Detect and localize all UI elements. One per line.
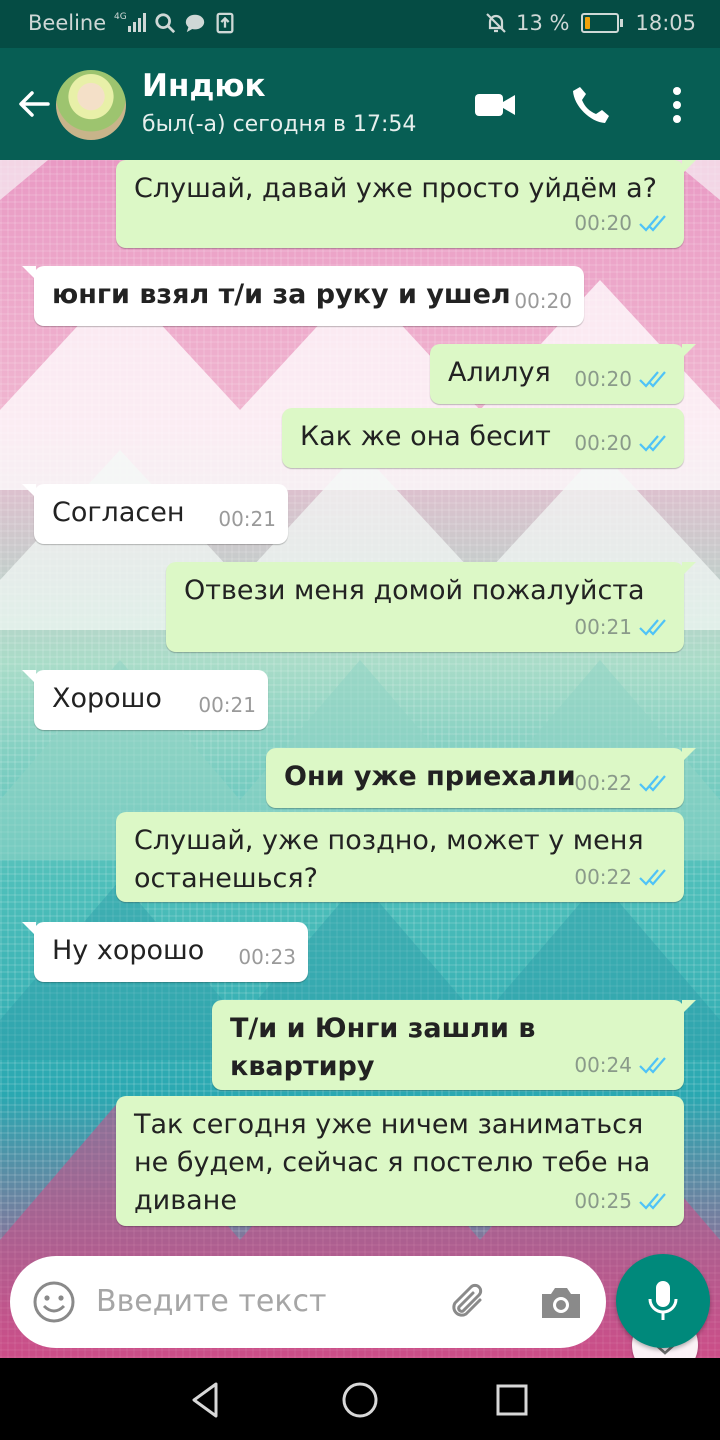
- last-seen-status: был(-а) сегодня в 17:54: [142, 112, 417, 137]
- double-check-read-icon: [639, 215, 666, 232]
- double-check-read-icon: [639, 1193, 666, 1210]
- system-nav-bar: [0, 1358, 720, 1440]
- message-input[interactable]: Введите текст: [96, 1284, 326, 1319]
- mic-icon: [648, 1281, 678, 1320]
- carrier-name: Beeline: [28, 11, 107, 35]
- mic-button[interactable]: [616, 1254, 710, 1348]
- double-check-read-icon: [639, 775, 666, 792]
- message-out[interactable]: Отвези меня домой пожалуйста 00:21: [166, 562, 696, 652]
- double-check-read-icon: [639, 1057, 666, 1074]
- double-check-read-icon: [639, 619, 666, 636]
- message-out[interactable]: Так сегодня уже ничем заниматься не буде…: [116, 1096, 684, 1226]
- emoji-icon[interactable]: [32, 1280, 76, 1324]
- search-icon: [155, 13, 176, 34]
- message-in[interactable]: Ну хорошо 00:23: [22, 922, 308, 982]
- message-text: Отвези меня домой пожалуйста: [184, 575, 645, 606]
- nav-back-icon[interactable]: [186, 1380, 226, 1420]
- message-time: 00:21: [198, 693, 256, 717]
- double-check-read-icon: [639, 435, 666, 452]
- message-time: 00:21: [218, 507, 276, 531]
- chat-header: Индюк был(-а) сегодня в 17:54: [0, 48, 720, 160]
- message-time: 00:23: [238, 945, 296, 969]
- mute-notifications-icon: [486, 13, 506, 33]
- avatar[interactable]: [56, 70, 126, 140]
- contact-name[interactable]: Индюк: [142, 68, 266, 104]
- message-time: 00:22: [574, 771, 632, 795]
- message-out[interactable]: Они уже приехали 00:22: [266, 748, 696, 808]
- chat-bubble-icon: [185, 14, 205, 33]
- network-type: 4G: [114, 12, 127, 22]
- upload-icon: [216, 12, 234, 34]
- nav-home-icon[interactable]: [340, 1380, 380, 1420]
- clock: 18:05: [635, 11, 696, 35]
- message-out[interactable]: Как же она бесит 00:20: [282, 408, 684, 468]
- attach-icon[interactable]: [446, 1280, 492, 1326]
- message-text: Слушай, давай уже просто уйдём а?: [134, 173, 657, 204]
- message-in[interactable]: Хорошо 00:21: [22, 670, 268, 730]
- message-time: 00:25: [574, 1189, 632, 1213]
- chat-wallpaper[interactable]: Слушай, давай уже просто уйдём а? 00:20 …: [0, 160, 720, 1358]
- double-check-read-icon: [639, 371, 666, 388]
- message-in[interactable]: Согласен 00:21: [22, 484, 288, 544]
- status-bar: Beeline 4G 13 % 18:05: [0, 0, 720, 48]
- video-call-icon[interactable]: [472, 82, 518, 128]
- message-time: 00:21: [574, 615, 632, 639]
- camera-icon[interactable]: [538, 1280, 584, 1326]
- phone-icon[interactable]: [568, 82, 614, 128]
- message-time: 00:24: [574, 1053, 632, 1077]
- more-vert-icon[interactable]: [654, 82, 700, 128]
- message-time: 00:20: [574, 431, 632, 455]
- message-composer[interactable]: Введите текст: [10, 1256, 606, 1348]
- signal-icon: 4G: [114, 12, 146, 32]
- double-check-read-icon: [639, 869, 666, 886]
- message-in[interactable]: юнги взял т/и за руку и ушел 00:20: [22, 266, 584, 326]
- battery-icon: [581, 13, 624, 33]
- message-time: 00:22: [574, 865, 632, 889]
- message-time: 00:20: [574, 211, 632, 235]
- nav-recents-icon[interactable]: [492, 1380, 532, 1420]
- back-arrow-icon[interactable]: [14, 84, 54, 124]
- message-out[interactable]: Слушай, уже поздно, может у меня останеш…: [116, 812, 684, 902]
- message-time: 00:20: [574, 367, 632, 391]
- message-out[interactable]: Т/и и Юнги зашли в квартиру 00:24: [212, 1000, 696, 1090]
- message-text: юнги взял т/и за руку и ушел: [52, 279, 511, 310]
- battery-percent: 13 %: [516, 11, 570, 35]
- message-out[interactable]: Слушай, давай уже просто уйдём а? 00:20: [116, 160, 696, 248]
- message-out[interactable]: Алилуя 00:20: [430, 344, 696, 404]
- message-time: 00:20: [514, 289, 572, 313]
